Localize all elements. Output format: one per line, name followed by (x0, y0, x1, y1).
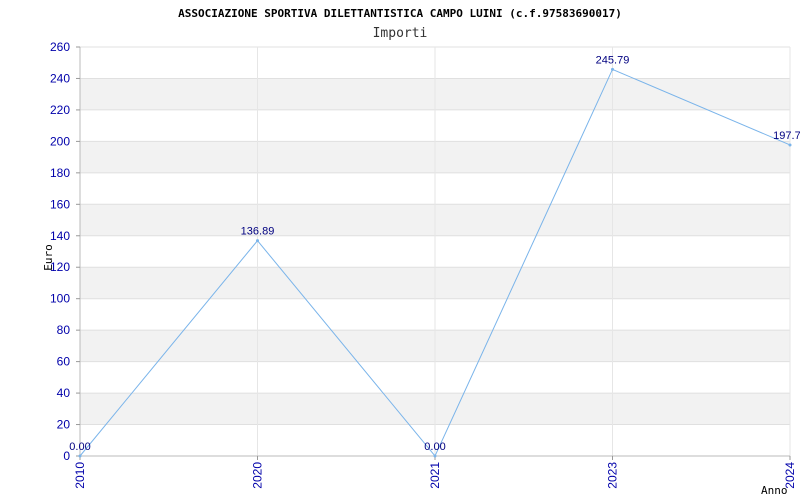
y-tick-label: 100 (50, 292, 70, 306)
data-label: 197.74 (773, 130, 800, 142)
x-axis-ticks: 2010 2020 2021 2023 2024 (73, 456, 797, 489)
data-point (256, 239, 259, 243)
x-tick-label: 2021 (428, 462, 442, 489)
y-tick-label: 240 (50, 71, 70, 85)
y-tick-label: 200 (50, 134, 70, 148)
data-label: 0.00 (424, 441, 445, 453)
data-point (78, 454, 82, 458)
data-point (611, 67, 614, 71)
y-tick-label: 260 (50, 40, 70, 54)
data-label: 245.79 (596, 54, 630, 66)
y-tick-label: 140 (50, 229, 70, 243)
x-axis-label: Anno (761, 484, 788, 497)
y-tick-label: 20 (57, 418, 71, 432)
y-tick-label: 60 (57, 355, 71, 369)
y-axis-label: Euro (42, 244, 55, 271)
x-tick-label: 2023 (606, 462, 620, 489)
chart-subtitle: Importi (373, 26, 428, 41)
y-tick-label: 160 (50, 197, 70, 211)
y-tick-label: 180 (50, 166, 70, 180)
y-tick-label: 40 (57, 386, 71, 400)
data-label: 136.89 (241, 226, 275, 238)
x-tick-label: 2010 (73, 462, 87, 489)
data-point (788, 143, 792, 147)
chart: ASSOCIAZIONE SPORTIVA DILETTANTISTICA CA… (42, 7, 800, 497)
y-tick-label: 80 (57, 323, 71, 337)
chart-title: ASSOCIAZIONE SPORTIVA DILETTANTISTICA CA… (178, 7, 622, 20)
x-tick-label: 2020 (251, 462, 265, 489)
data-point (433, 454, 437, 458)
y-tick-label: 220 (50, 103, 70, 117)
data-label: 0.00 (69, 441, 90, 453)
